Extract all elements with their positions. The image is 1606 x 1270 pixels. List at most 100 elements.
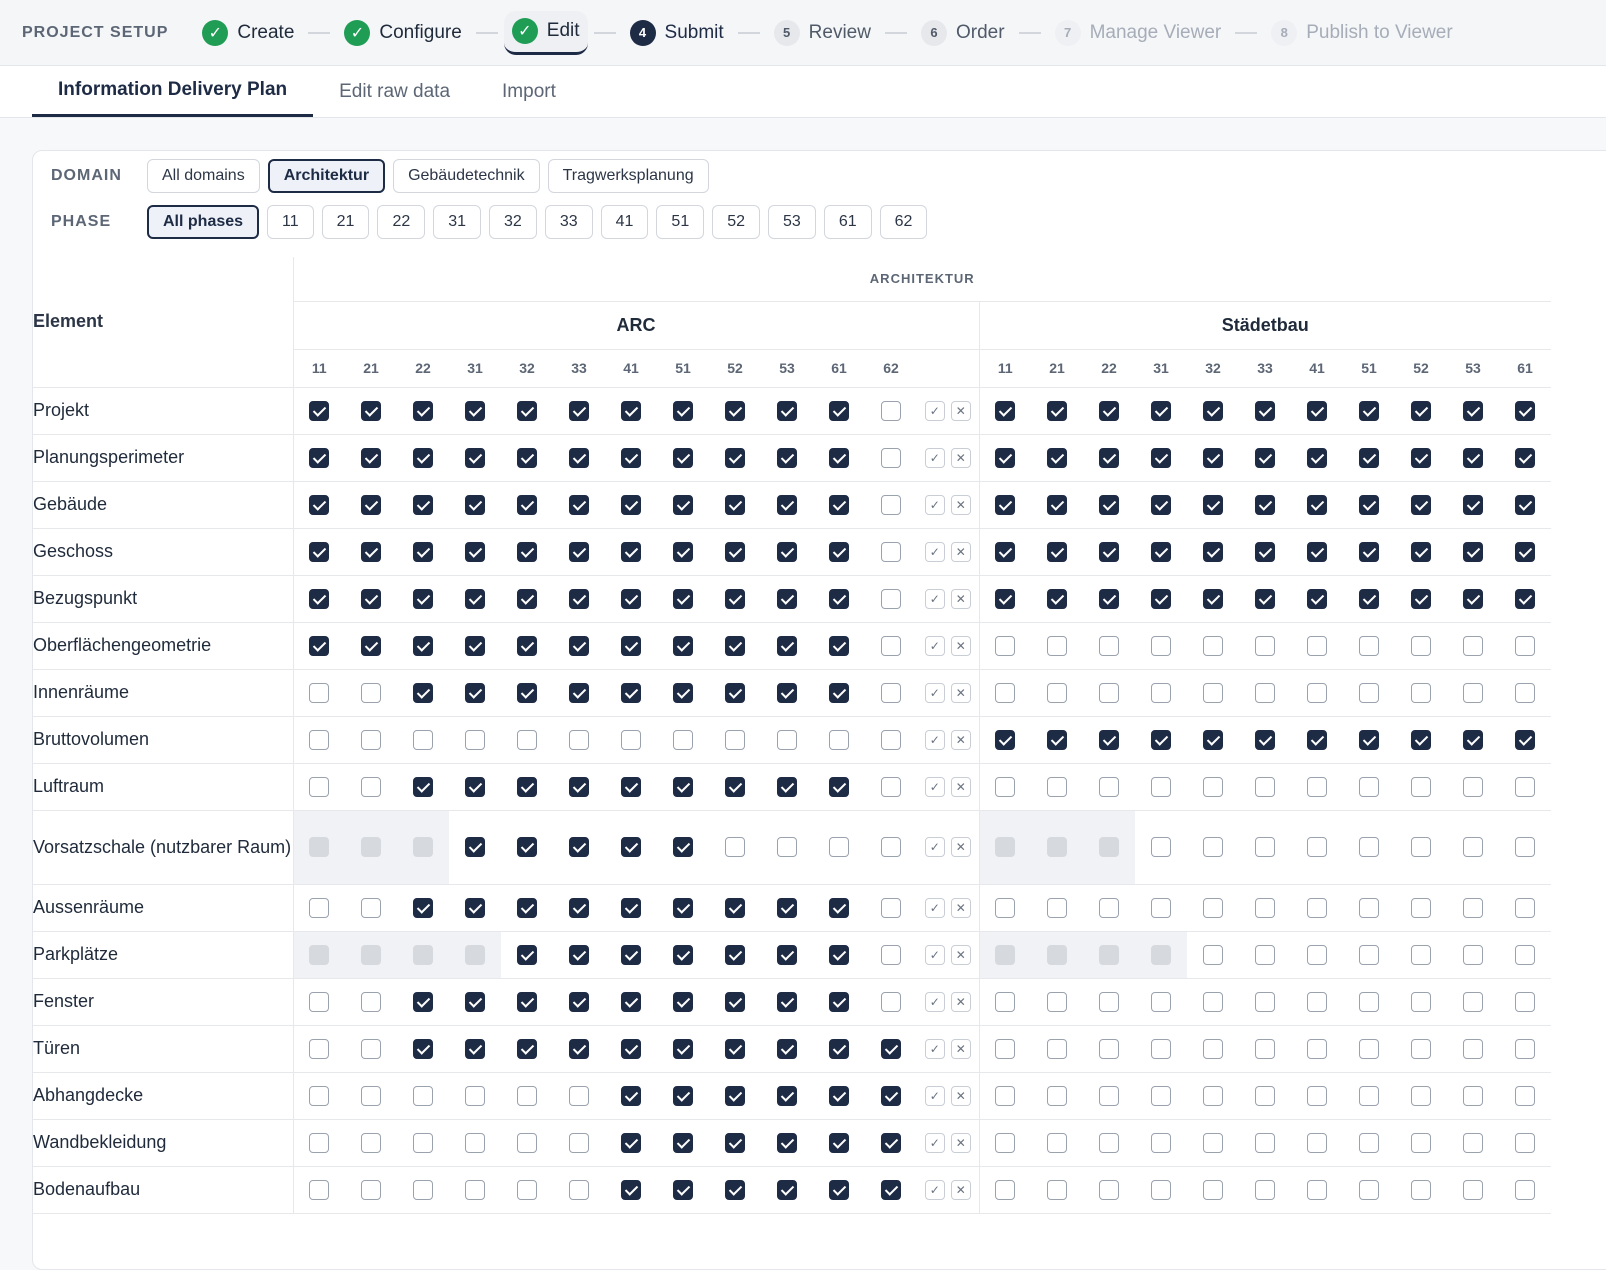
matrix-cell[interactable] [293,434,345,482]
checkbox-unchecked[interactable] [309,897,330,918]
checkbox-unchecked[interactable] [517,1132,537,1153]
checkbox-unchecked[interactable] [1151,991,1171,1012]
checkbox-checked[interactable] [1411,494,1431,515]
matrix-cell[interactable] [1395,1072,1447,1120]
matrix-cell[interactable] [1031,622,1083,670]
matrix-cell[interactable] [449,884,501,932]
matrix-cell[interactable] [293,481,345,529]
checkbox-checked[interactable] [673,897,693,918]
checkbox-checked[interactable] [1463,541,1483,562]
matrix-cell[interactable] [1031,575,1083,623]
checkbox-checked[interactable] [777,588,797,609]
matrix-cell[interactable] [1395,1119,1447,1167]
matrix-cell[interactable] [449,387,501,435]
checkbox-unchecked[interactable] [361,729,381,750]
matrix-cell[interactable] [1083,481,1135,529]
select-all-check-icon[interactable]: ✓ [924,682,945,703]
matrix-cell[interactable] [865,978,917,1026]
checkbox-unchecked[interactable] [1255,837,1275,857]
checkbox-unchecked[interactable] [1099,776,1119,797]
matrix-cell[interactable] [979,763,1031,811]
checkbox-unchecked[interactable] [569,1179,589,1200]
checkbox-unchecked[interactable] [413,729,433,750]
matrix-cell[interactable] [293,387,345,435]
matrix-cell[interactable] [1187,669,1239,717]
matrix-cell[interactable] [709,763,761,811]
checkbox-checked[interactable] [1307,588,1327,609]
checkbox-checked[interactable] [829,897,849,918]
matrix-cell[interactable] [293,528,345,576]
checkbox-checked[interactable] [995,494,1016,515]
matrix-cell[interactable] [397,528,449,576]
checkbox-unchecked[interactable] [1411,776,1431,797]
checkbox-checked[interactable] [465,635,485,656]
phase-chip[interactable]: 41 [600,205,649,239]
checkbox-checked[interactable] [725,991,745,1012]
matrix-cell[interactable] [1447,1166,1499,1214]
matrix-cell[interactable] [761,669,813,717]
matrix-cell[interactable] [657,931,709,979]
matrix-cell[interactable] [397,1119,449,1167]
checkbox-checked[interactable] [1411,588,1431,609]
matrix-cell[interactable] [1395,1166,1447,1214]
select-all-check-icon[interactable]: ✓ [924,1038,945,1059]
matrix-cell[interactable] [657,481,709,529]
matrix-cell[interactable] [1395,810,1447,885]
matrix-cell[interactable] [553,622,605,670]
checkbox-checked[interactable] [1099,729,1119,750]
matrix-cell[interactable] [1031,481,1083,529]
matrix-cell[interactable] [709,622,761,670]
matrix-cell[interactable] [709,978,761,1026]
checkbox-checked[interactable] [725,1179,745,1200]
matrix-cell[interactable] [1343,884,1395,932]
matrix-cell[interactable] [345,481,397,529]
matrix-cell[interactable] [1031,1072,1083,1120]
checkbox-unchecked[interactable] [1463,1038,1483,1059]
checkbox-checked[interactable] [1047,400,1067,421]
matrix-cell[interactable] [605,931,657,979]
checkbox-unchecked[interactable] [995,635,1016,656]
checkbox-checked[interactable] [621,400,641,421]
checkbox-checked[interactable] [1515,588,1535,609]
matrix-cell[interactable] [813,481,865,529]
checkbox-unchecked[interactable] [1515,1085,1535,1106]
matrix-cell[interactable] [449,481,501,529]
clear-all-cross-icon[interactable]: ✕ [950,1132,971,1153]
checkbox-unchecked[interactable] [1359,1038,1379,1059]
checkbox-checked[interactable] [829,635,849,656]
checkbox-unchecked[interactable] [1515,776,1535,797]
matrix-cell[interactable] [1343,622,1395,670]
matrix-cell[interactable] [1239,1119,1291,1167]
matrix-cell[interactable] [813,978,865,1026]
matrix-cell[interactable] [813,575,865,623]
checkbox-checked[interactable] [621,541,641,562]
matrix-cell[interactable] [709,716,761,764]
checkbox-checked[interactable] [465,682,485,703]
matrix-cell[interactable] [345,528,397,576]
matrix-cell[interactable] [761,481,813,529]
checkbox-unchecked[interactable] [881,776,901,797]
checkbox-unchecked[interactable] [569,729,589,750]
clear-all-cross-icon[interactable]: ✕ [950,541,971,562]
matrix-cell[interactable] [293,669,345,717]
checkbox-unchecked[interactable] [1463,776,1483,797]
phase-chip[interactable]: 11 [267,205,314,239]
checkbox-checked[interactable] [1307,400,1327,421]
checkbox-checked[interactable] [413,588,433,609]
matrix-cell[interactable] [1135,622,1187,670]
domain-chip[interactable]: All domains [147,159,260,193]
checkbox-checked[interactable] [673,776,693,797]
matrix-cell[interactable] [1499,716,1551,764]
checkbox-checked[interactable] [517,400,537,421]
checkbox-unchecked[interactable] [1411,897,1431,918]
matrix-cell[interactable] [1031,669,1083,717]
checkbox-checked[interactable] [1047,541,1067,562]
matrix-cell[interactable] [345,978,397,1026]
checkbox-unchecked[interactable] [1307,635,1327,656]
clear-all-cross-icon[interactable]: ✕ [950,635,971,656]
matrix-cell[interactable] [709,1166,761,1214]
matrix-cell[interactable] [501,1119,553,1167]
checkbox-unchecked[interactable] [361,897,381,918]
checkbox-unchecked[interactable] [881,400,901,421]
matrix-cell[interactable] [1291,669,1343,717]
